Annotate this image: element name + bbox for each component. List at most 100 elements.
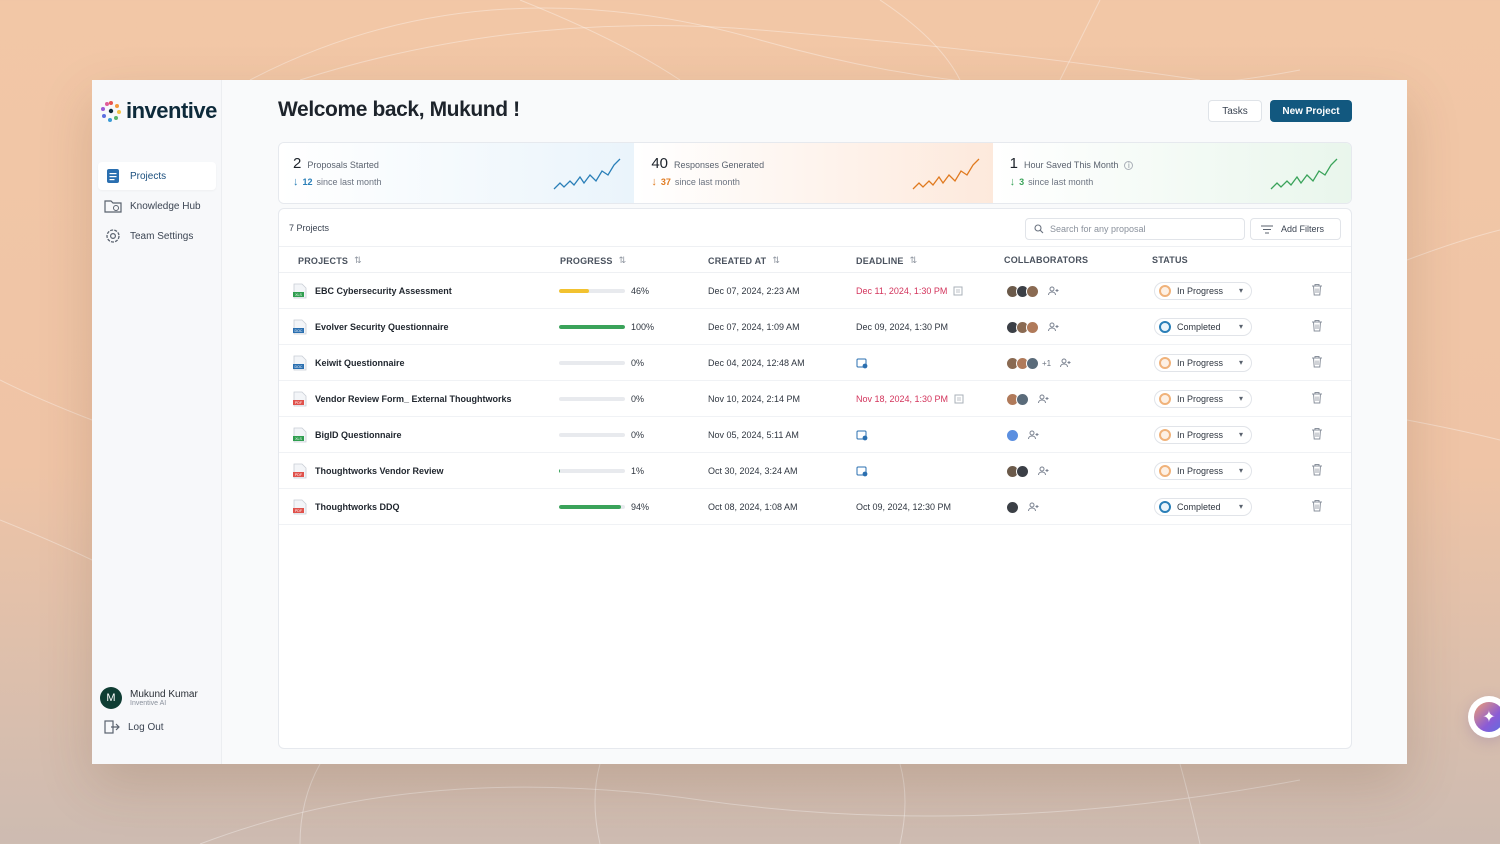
note-icon[interactable] [954,394,964,404]
progress-bar [559,397,625,401]
status-dropdown[interactable]: In Progress ▾ [1154,462,1252,480]
collaborator-avatar[interactable] [1016,464,1029,478]
trash-icon[interactable] [1311,499,1323,512]
trash-icon[interactable] [1311,463,1323,476]
sidebar-item-knowledge-hub[interactable]: Knowledge Hub [98,192,216,220]
search-input[interactable]: Search for any proposal [1025,218,1245,240]
add-user-icon[interactable] [1037,466,1049,476]
sort-icon[interactable]: ⇅ [354,255,362,266]
sidebar-item-team-settings[interactable]: Team Settings [98,222,216,250]
project-cell[interactable]: PDF Thoughtworks Vendor Review [293,453,444,489]
column-progress[interactable]: PROGRESS ⇅ [560,255,626,266]
add-user-icon[interactable] [1047,286,1059,296]
project-name[interactable]: BigID Questionnaire [315,430,402,440]
project-cell[interactable]: DOC Evolver Security Questionnaire [293,309,449,345]
tasks-button[interactable]: Tasks [1208,100,1262,122]
chevron-down-icon: ▾ [1238,286,1243,295]
status-dropdown[interactable]: In Progress ▾ [1154,282,1252,300]
collaborators-cell [1006,309,1059,345]
arrow-down-icon: ↓ [651,176,657,188]
stat-card-hours: 1 Hour Saved This Month i ↓ 3 since last… [995,143,1351,203]
info-icon[interactable]: i [1124,161,1134,170]
project-cell[interactable]: DOC Keiwit Questionnaire [293,345,405,381]
status-dropdown[interactable]: In Progress ▾ [1154,390,1252,408]
set-deadline-icon[interactable] [856,357,868,369]
collaborator-avatar[interactable] [1006,428,1019,442]
add-user-icon[interactable] [1037,394,1049,404]
status-dropdown[interactable]: Completed ▾ [1154,498,1252,516]
status-dropdown[interactable]: In Progress ▾ [1154,426,1252,444]
new-project-button[interactable]: New Project [1270,100,1352,122]
project-name[interactable]: Thoughtworks Vendor Review [315,466,444,476]
table-row[interactable]: PDF Thoughtworks Vendor Review 1% Oct 30… [279,453,1351,489]
note-icon[interactable] [953,286,963,296]
collaborator-avatar[interactable] [1026,356,1039,370]
sidebar-item-projects[interactable]: Projects [98,162,216,190]
set-deadline-icon[interactable] [856,429,868,441]
add-user-icon[interactable] [1047,322,1059,332]
status-dropdown[interactable]: In Progress ▾ [1154,354,1252,372]
created-at-text: Dec 07, 2024, 2:23 AM [708,286,800,296]
collaborator-avatar[interactable] [1016,392,1029,406]
project-cell[interactable]: XLS BigID Questionnaire [293,417,402,453]
project-name[interactable]: Vendor Review Form_ External Thoughtwork… [315,394,512,404]
collaborator-avatar[interactable] [1026,320,1039,334]
trash-icon[interactable] [1311,283,1323,296]
project-name[interactable]: Keiwit Questionnaire [315,358,405,368]
table-row[interactable]: DOC Keiwit Questionnaire 0% Dec 04, 2024… [279,345,1351,381]
project-cell[interactable]: XLS EBC Cybersecurity Assessment [293,273,452,309]
folder-icon [104,197,122,215]
table-row[interactable]: XLS EBC Cybersecurity Assessment 46% Dec… [279,273,1351,309]
trash-icon[interactable] [1311,319,1323,332]
collaborators-cell [1006,417,1039,453]
project-name[interactable]: EBC Cybersecurity Assessment [315,286,452,296]
chevron-down-icon: ▾ [1238,466,1243,475]
stats-bar: 2 Proposals Started ↓ 12 since last mont… [278,142,1352,204]
collaborators-cell [1006,453,1049,489]
collaborator-avatars [1006,356,1039,370]
set-deadline-icon[interactable] [856,465,868,477]
add-user-icon[interactable] [1027,502,1039,512]
svg-text:DOC: DOC [295,365,303,369]
add-filters-button[interactable]: Add Filters [1250,218,1341,240]
trash-icon[interactable] [1311,427,1323,440]
table-row[interactable]: PDF Thoughtworks DDQ 94% Oct 08, 2024, 1… [279,489,1351,525]
sort-icon[interactable]: ⇅ [772,255,780,266]
project-name[interactable]: Thoughtworks DDQ [315,502,400,512]
status-dropdown[interactable]: Completed ▾ [1154,318,1252,336]
status-label: Completed [1177,502,1221,512]
collaborator-avatars [1006,392,1029,406]
sparkline-icon [1270,158,1338,190]
deadline-cell: Nov 18, 2024, 1:30 PM [856,381,964,417]
trash-icon[interactable] [1311,391,1323,404]
project-cell[interactable]: PDF Thoughtworks DDQ [293,489,400,525]
sort-icon[interactable]: ⇅ [910,255,918,266]
add-user-icon[interactable] [1059,358,1071,368]
add-filters-label: Add Filters [1281,224,1325,234]
status-cell: In Progress ▾ [1154,417,1252,453]
in-progress-icon [1159,357,1171,369]
created-at-text: Nov 10, 2024, 2:14 PM [708,394,801,404]
collaborator-avatar[interactable] [1026,284,1039,298]
user-profile[interactable]: M Mukund Kumar Inventive AI [100,687,198,709]
doc-file-icon: DOC [293,319,307,335]
project-name[interactable]: Evolver Security Questionnaire [315,322,449,332]
project-cell[interactable]: PDF Vendor Review Form_ External Thought… [293,381,512,417]
table-row[interactable]: XLS BigID Questionnaire 0% Nov 05, 2024,… [279,417,1351,453]
more-collaborators[interactable]: +1 [1042,359,1051,368]
column-projects[interactable]: PROJECTS ⇅ [298,255,362,266]
column-created-at[interactable]: CREATED AT ⇅ [708,255,780,266]
add-user-icon[interactable] [1027,430,1039,440]
status-cell: Completed ▾ [1154,309,1252,345]
project-count: 7 Projects [289,222,330,233]
logo[interactable]: inventive [100,98,217,124]
sort-icon[interactable]: ⇅ [619,255,627,266]
logout-button[interactable]: Log Out [104,720,164,734]
table-row[interactable]: DOC Evolver Security Questionnaire 100% … [279,309,1351,345]
progress-fill [559,289,590,293]
trash-icon[interactable] [1311,355,1323,368]
column-label: STATUS [1152,255,1188,265]
collaborator-avatar[interactable] [1006,500,1019,514]
table-row[interactable]: PDF Vendor Review Form_ External Thought… [279,381,1351,417]
column-deadline[interactable]: DEADLINE ⇅ [856,255,917,266]
